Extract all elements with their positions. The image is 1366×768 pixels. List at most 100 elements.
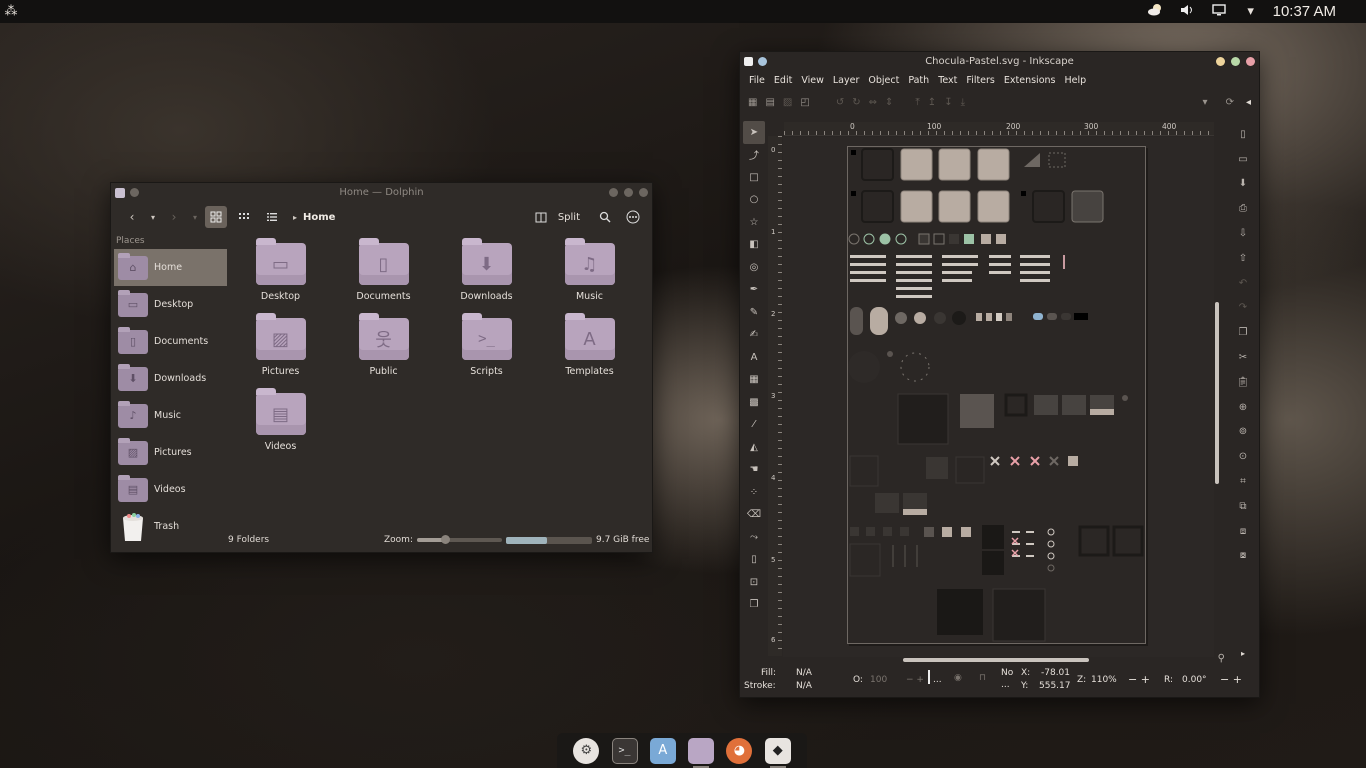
compact-view-button[interactable] (233, 206, 255, 228)
clone-icon[interactable]: ⧈ (1232, 519, 1254, 544)
menu-object[interactable]: Object (865, 75, 905, 86)
menu-icon[interactable] (622, 206, 644, 228)
rotate-cw-icon[interactable]: ↻ (852, 97, 860, 108)
menu-text[interactable]: Text (935, 75, 963, 86)
lower-icon[interactable]: ↧ (944, 97, 952, 108)
settings-icon[interactable]: ⚙ (573, 737, 600, 764)
drawing-canvas[interactable] (783, 137, 1214, 657)
menu-layer[interactable]: Layer (830, 75, 866, 86)
refresh-icon[interactable]: ⟳ (1226, 97, 1234, 108)
save-icon[interactable]: ⬇ (1232, 172, 1254, 197)
visibility-icon[interactable]: ◉ (954, 673, 962, 683)
measure-tool-icon[interactable]: ▯ (743, 549, 765, 572)
place-videos[interactable]: ▤ Videos (114, 471, 227, 508)
mesh-tool-icon[interactable]: ▩ (743, 391, 765, 414)
rotate-stepper[interactable]: − + (1220, 673, 1242, 686)
folder-music[interactable]: ♫ Music (538, 238, 641, 302)
dropper-tool-icon[interactable]: ⁄ (743, 414, 765, 437)
zoom-tool-icon[interactable]: ⊡ (743, 571, 765, 594)
vertical-scrollbar[interactable] (1215, 302, 1219, 484)
file-manager-icon[interactable] (688, 737, 715, 768)
open-icon[interactable]: ▭ (1232, 147, 1254, 172)
chevron-down-icon[interactable]: ▾ (1203, 97, 1208, 108)
layer-dropdown[interactable]: ... (933, 675, 942, 685)
raise-icon[interactable]: ↥ (928, 97, 936, 108)
place-home[interactable]: ⌂ Home (114, 249, 227, 286)
menu-edit[interactable]: Edit (771, 75, 798, 86)
fill-value[interactable]: N/A (796, 668, 812, 678)
rectangle-tool-icon[interactable]: □ (743, 166, 765, 189)
menu-view[interactable]: View (798, 75, 830, 86)
menu-extensions[interactable]: Extensions (1001, 75, 1062, 86)
eraser-tool-icon[interactable]: ⌫ (743, 504, 765, 527)
weather-icon[interactable] (1139, 3, 1171, 21)
breadcrumb[interactable]: Home (303, 212, 335, 223)
app-launcher-icon[interactable]: ⁂ (0, 1, 22, 23)
document-page[interactable] (847, 146, 1146, 644)
maximize-button[interactable] (1231, 57, 1240, 66)
select-all-icon[interactable]: ▦ (748, 97, 757, 108)
zoom-slider[interactable] (416, 535, 502, 544)
pencil-tool-icon[interactable]: ✎ (743, 301, 765, 324)
maximize-button[interactable] (624, 188, 633, 197)
close-button[interactable] (1246, 57, 1255, 66)
forward-history-icon[interactable]: ▾ (191, 206, 199, 228)
app-store-icon[interactable]: A (649, 737, 676, 764)
folder-pictures[interactable]: ▨ Pictures (229, 313, 332, 377)
forward-button[interactable]: › (163, 206, 185, 228)
cut-icon[interactable]: ✂ (1232, 345, 1254, 370)
folder-templates[interactable]: A Templates (538, 313, 641, 377)
zoom-stepper[interactable]: − + (1128, 673, 1150, 686)
close-button[interactable] (639, 188, 648, 197)
calligraphy-tool-icon[interactable]: ✍ (743, 324, 765, 347)
menu-path[interactable]: Path (905, 75, 935, 86)
terminal-icon[interactable]: >_ (611, 737, 638, 764)
volume-icon[interactable] (1171, 4, 1203, 20)
folder-videos[interactable]: ▤ Videos (229, 388, 332, 452)
minimize-button[interactable] (609, 188, 618, 197)
flip-horizontal-icon[interactable]: ⇔ (869, 97, 877, 108)
split-button[interactable]: Split (558, 212, 580, 223)
star-tool-icon[interactable]: ☆ (743, 211, 765, 234)
chevron-down-icon[interactable]: ▾ (1235, 4, 1267, 19)
rotate-ccw-icon[interactable]: ↺ (836, 97, 844, 108)
select-all-layers-icon[interactable]: ▤ (765, 97, 774, 108)
display-icon[interactable] (1203, 3, 1235, 20)
deselect-icon[interactable]: ▨ (783, 97, 792, 108)
unlink-clone-icon[interactable]: ⧇ (1232, 544, 1254, 569)
connector-tool-icon[interactable]: ⤳ (743, 526, 765, 549)
gradient-tool-icon[interactable]: ▦ (743, 369, 765, 392)
details-view-button[interactable] (261, 206, 283, 228)
menu-help[interactable]: Help (1061, 75, 1092, 86)
folder-public[interactable]: 웃 Public (332, 313, 435, 377)
stroke-value[interactable]: N/A (796, 681, 812, 691)
lock-icon[interactable]: ⊓ (979, 673, 986, 683)
place-downloads[interactable]: ⬇ Downloads (114, 360, 227, 397)
clock[interactable]: 10:37 AM (1267, 3, 1366, 20)
place-pictures[interactable]: ▨ Pictures (114, 434, 227, 471)
back-history-icon[interactable]: ▾ (149, 206, 157, 228)
search-icon[interactable] (594, 206, 616, 228)
folder-downloads[interactable]: ⬇ Downloads (435, 238, 538, 302)
pen-tool-icon[interactable]: ✒ (743, 279, 765, 302)
spray-tool-icon[interactable]: ⁘ (743, 481, 765, 504)
zoom-selection-icon[interactable]: ⊕ (1232, 395, 1254, 420)
import-icon[interactable]: ⇩ (1232, 221, 1254, 246)
zoom-page-icon[interactable]: ⊙ (1232, 444, 1254, 469)
icons-view-button[interactable] (205, 206, 227, 228)
minimize-button[interactable] (1216, 57, 1225, 66)
menu-filters[interactable]: Filters (963, 75, 1000, 86)
back-button[interactable]: ‹ (121, 206, 143, 228)
place-documents[interactable]: ▯ Documents (114, 323, 227, 360)
zoom-drawing-icon[interactable]: ⊚ (1232, 420, 1254, 445)
copy-icon[interactable]: ❐ (1232, 320, 1254, 345)
zoom-input[interactable]: 110% (1091, 675, 1117, 685)
opacity-stepper[interactable]: − + (906, 675, 924, 685)
folder-documents[interactable]: ▯ Documents (332, 238, 435, 302)
flip-vertical-icon[interactable]: ⇕ (885, 97, 893, 108)
place-music[interactable]: ♪ Music (114, 397, 227, 434)
redo-icon[interactable]: ↷ (1232, 296, 1254, 321)
folder-desktop[interactable]: ▭ Desktop (229, 238, 332, 302)
opacity-input[interactable]: 100 (870, 675, 887, 685)
inkscape-icon[interactable]: ◆ (764, 737, 791, 768)
